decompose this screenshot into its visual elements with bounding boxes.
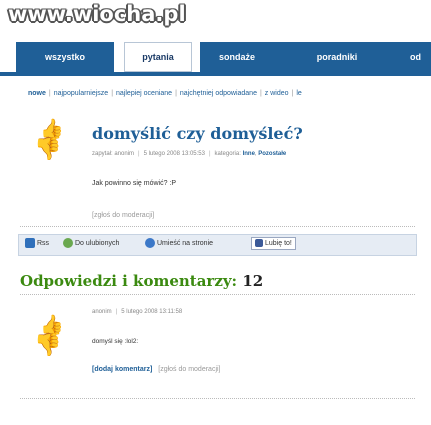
share-bar: Rss Do ulubionych Umieść na stronie Lubi… — [18, 234, 417, 256]
rss-icon — [25, 238, 35, 248]
favorites-label: Do ulubionych — [75, 239, 120, 247]
site-logo[interactable]: www.wiocha.pl — [8, 2, 186, 26]
category-link-inne[interactable]: Inne — [243, 151, 255, 157]
thumbs-down-icon[interactable]: 👎 — [34, 334, 61, 356]
comment-actions: [dodaj komentarz] [zgłoś do moderacji] — [92, 366, 221, 373]
divider — [20, 294, 415, 295]
comment-meta: anonim | 5 lutego 2008 13:11:58 — [92, 309, 183, 315]
comment-vote-icon[interactable]: 👍 👎 — [34, 316, 76, 356]
comment-author: anonim — [92, 309, 112, 315]
report-comment-link[interactable]: [zgłoś do moderacji] — [158, 366, 220, 373]
vote-icon[interactable]: 👍 👎 — [34, 120, 76, 160]
divider — [20, 398, 415, 399]
rss-label: Rss — [37, 239, 50, 247]
tab-pytania[interactable]: pytania — [124, 42, 192, 72]
comment-date: 5 lutego 2008 13:11:58 — [121, 309, 183, 315]
like-label: Lubię to! — [265, 240, 292, 247]
like-button[interactable]: Lubię to! — [251, 237, 296, 250]
embed-link[interactable]: Umieść na stronie — [145, 238, 213, 248]
comments-heading-label: Odpowiedzi i komentarzy: — [20, 272, 238, 290]
comments-heading: Odpowiedzi i komentarzy: 12 — [20, 272, 263, 290]
subnav-nowe[interactable]: nowe — [28, 90, 46, 97]
question-author: zapytał: anonim — [92, 151, 135, 157]
thumbs-down-icon[interactable]: 👎 — [34, 138, 61, 160]
question-date: 5 lutego 2008 13:05:53 — [143, 151, 205, 157]
divider — [20, 226, 415, 227]
subnav-najpopularniejsze[interactable]: najpopularniejsze — [54, 90, 108, 97]
comment-body: domyśl się :lol2: — [92, 338, 139, 345]
comments-count: 12 — [242, 272, 264, 290]
favorites-link[interactable]: Do ulubionych — [63, 238, 119, 248]
sub-nav: nowe | najpopularniejsze | najlepiej ocenian… — [28, 90, 302, 97]
question-title: domyślić czy domyśleć? — [92, 124, 303, 143]
tab-wszystko[interactable]: wszystko — [16, 42, 114, 72]
category-separator: , — [254, 151, 257, 157]
subnav-najchetniej-odpowiadane[interactable]: najchętniej odpowiadane — [180, 90, 257, 97]
nav-underline — [0, 72, 431, 76]
embed-icon — [145, 238, 155, 248]
heart-icon — [63, 238, 73, 248]
category-link-pozostale[interactable]: Pozostałe — [258, 151, 286, 157]
question-meta: zapytał: anonim | 5 lutego 2008 13:05:53 | k… — [92, 151, 287, 157]
main-nav: wszystko pytania sondaże poradniki od — [0, 42, 431, 72]
subnav-z-wideo[interactable]: z wideo — [265, 90, 289, 97]
question-body: Jak powinno się mówić? :P — [92, 180, 177, 187]
subnav-more[interactable]: le — [296, 90, 301, 97]
tab-sondaze[interactable]: sondaże — [200, 42, 274, 72]
embed-label: Umieść na stronie — [157, 239, 214, 247]
category-label: kategoria: — [214, 151, 241, 157]
rss-link[interactable]: Rss — [25, 238, 49, 248]
tab-poradniki[interactable]: poradniki — [274, 42, 400, 72]
tab-more[interactable]: od — [400, 42, 431, 72]
report-question-link[interactable]: [zgłoś do moderacji] — [92, 212, 154, 219]
add-comment-link[interactable]: [dodaj komentarz] — [92, 366, 152, 373]
facebook-icon — [255, 239, 263, 248]
subnav-najlepiej-oceniane[interactable]: najlepiej oceniane — [116, 90, 172, 97]
